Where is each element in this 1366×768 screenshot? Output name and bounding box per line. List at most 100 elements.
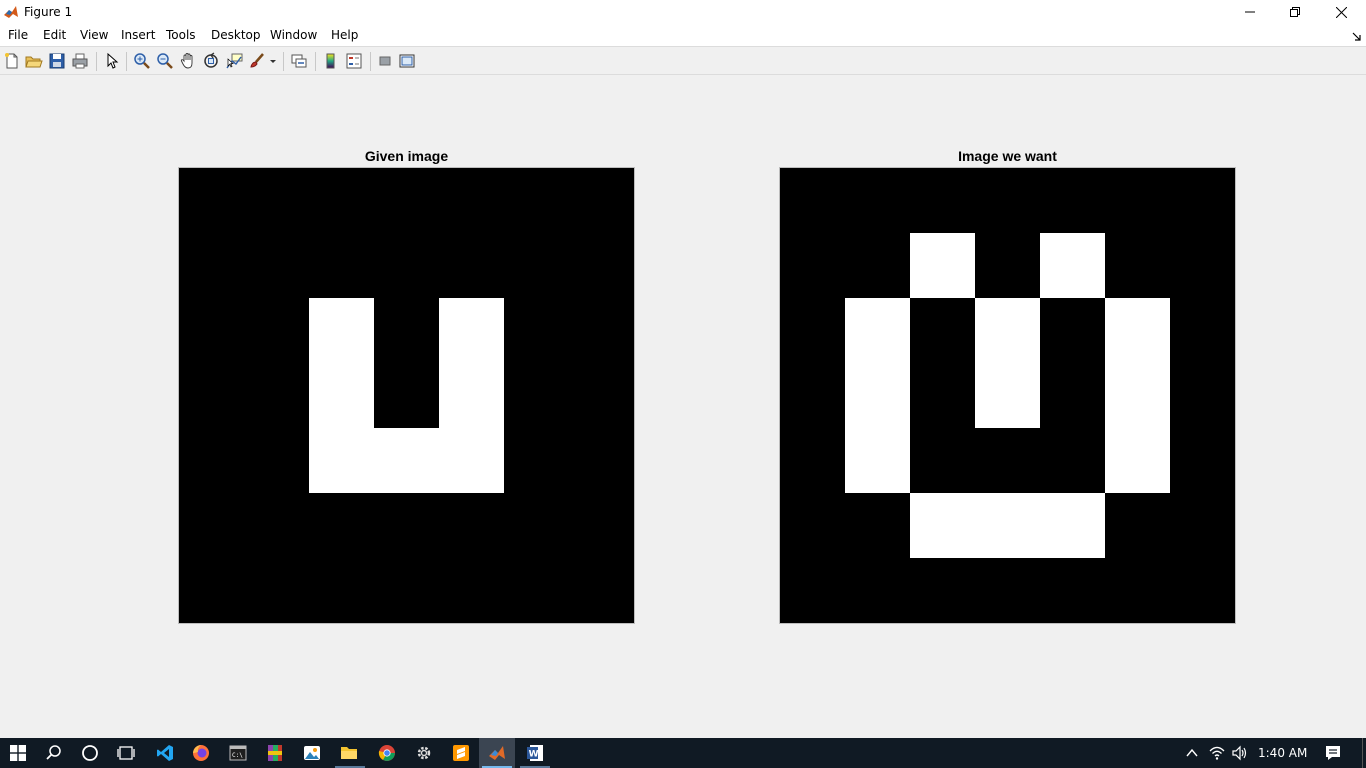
image-pixel	[910, 233, 975, 298]
search-button[interactable]	[43, 742, 65, 764]
svg-text:W: W	[529, 750, 539, 760]
zoom-out-icon[interactable]	[156, 52, 174, 70]
task-view-icon	[117, 746, 135, 760]
task-view-button[interactable]	[115, 742, 137, 764]
chrome-icon	[378, 745, 395, 761]
title-bar: Figure 1	[0, 0, 1366, 24]
open-file-icon[interactable]	[25, 52, 43, 70]
image-pixel	[1105, 428, 1170, 493]
wifi-icon	[1209, 746, 1225, 760]
toolbar-separator	[96, 52, 97, 71]
restore-icon	[1290, 7, 1300, 17]
image-pixel	[975, 298, 1040, 363]
given-image-axes[interactable]	[178, 167, 635, 624]
brush-icon[interactable]	[248, 52, 266, 70]
image-pixel	[975, 493, 1040, 558]
network-button[interactable]	[1206, 742, 1228, 764]
chevron-down-icon[interactable]	[268, 52, 278, 70]
menu-desktop[interactable]: Desktop	[211, 28, 261, 43]
cortana-button[interactable]	[79, 742, 101, 764]
taskbar-app-winrar[interactable]	[264, 742, 286, 764]
image-pixel	[1040, 233, 1105, 298]
sublime-icon	[453, 745, 469, 761]
menu-help[interactable]: Help	[331, 28, 358, 43]
print-icon[interactable]	[71, 52, 89, 70]
windows-logo-icon	[10, 745, 26, 761]
pointer-icon[interactable]	[103, 52, 121, 70]
new-figure-icon[interactable]	[3, 52, 21, 70]
taskbar-app-file-explorer[interactable]	[338, 742, 360, 764]
winrar-icon	[268, 745, 282, 761]
save-icon[interactable]	[48, 52, 66, 70]
taskbar-app-photos[interactable]	[301, 742, 323, 764]
dock-arrow-icon[interactable]	[1352, 31, 1362, 41]
minimize-icon	[1245, 11, 1255, 13]
show-hidden-icons-button[interactable]	[1181, 742, 1203, 764]
taskbar-app-chrome[interactable]	[376, 742, 398, 764]
svg-text:C:\: C:\	[232, 752, 243, 759]
search-icon	[46, 745, 61, 760]
wanted-image-axes[interactable]	[779, 167, 1236, 624]
data-cursor-icon[interactable]	[225, 52, 243, 70]
close-icon	[1335, 6, 1347, 18]
taskbar-app-vscode[interactable]	[154, 742, 176, 764]
menu-view[interactable]: View	[80, 28, 108, 43]
photos-icon	[304, 746, 320, 760]
image-pixel	[910, 493, 975, 558]
pan-icon[interactable]	[179, 52, 197, 70]
menu-edit[interactable]: Edit	[43, 28, 66, 43]
image-pixel	[845, 363, 910, 428]
image-pixel	[309, 428, 374, 493]
chevron-up-icon	[1186, 748, 1198, 757]
firefox-icon	[193, 745, 209, 761]
toolbar-separator	[126, 52, 127, 71]
speaker-icon	[1232, 745, 1247, 761]
start-button[interactable]	[7, 742, 29, 764]
legend-icon[interactable]	[345, 52, 363, 70]
image-pixel	[1040, 493, 1105, 558]
taskbar-app-firefox[interactable]	[190, 742, 212, 764]
close-button[interactable]	[1318, 0, 1364, 24]
toolbar-separator	[370, 52, 371, 71]
right-axes-title: Image we want	[958, 148, 1057, 164]
minimize-button[interactable]	[1227, 0, 1273, 24]
menu-tools[interactable]: Tools	[166, 28, 196, 43]
menu-file[interactable]: File	[8, 28, 28, 43]
figure-toolbar	[0, 48, 1366, 75]
rotate-3d-icon[interactable]	[202, 52, 220, 70]
show-desktop-button[interactable]	[1362, 738, 1366, 768]
image-pixel	[374, 428, 439, 493]
taskbar-app-matlab[interactable]	[486, 742, 508, 764]
taskbar-clock[interactable]: 1:40 AM	[1258, 746, 1307, 760]
show-plot-tools-icon[interactable]	[398, 52, 416, 70]
taskbar-app-settings[interactable]	[413, 742, 435, 764]
menu-window[interactable]: Window	[270, 28, 317, 43]
taskbar-app-terminal[interactable]: C:\	[227, 742, 249, 764]
menu-insert[interactable]: Insert	[121, 28, 155, 43]
image-pixel	[1105, 363, 1170, 428]
hide-plot-tools-icon[interactable]	[376, 52, 394, 70]
image-pixel	[439, 298, 504, 363]
taskbar: C:\ W 1:40 AM	[0, 738, 1366, 768]
word-icon: W	[527, 745, 543, 761]
image-pixel	[975, 363, 1040, 428]
toolbar-separator	[315, 52, 316, 71]
restore-button[interactable]	[1272, 0, 1318, 24]
zoom-in-icon[interactable]	[133, 52, 151, 70]
matlab-icon	[489, 746, 505, 760]
window-title: Figure 1	[24, 5, 73, 19]
action-center-button[interactable]	[1322, 742, 1344, 764]
image-pixel	[439, 428, 504, 493]
taskbar-app-sublime[interactable]	[450, 742, 472, 764]
vscode-icon	[157, 745, 173, 761]
folder-icon	[341, 747, 357, 759]
image-pixel	[1105, 298, 1170, 363]
gear-icon	[417, 746, 431, 760]
taskbar-app-word[interactable]: W	[524, 742, 546, 764]
image-pixel	[845, 428, 910, 493]
colorbar-icon[interactable]	[322, 52, 340, 70]
volume-button[interactable]	[1228, 742, 1250, 764]
image-pixel	[845, 298, 910, 363]
toolbar-separator	[283, 52, 284, 71]
link-plot-icon[interactable]	[290, 52, 308, 70]
